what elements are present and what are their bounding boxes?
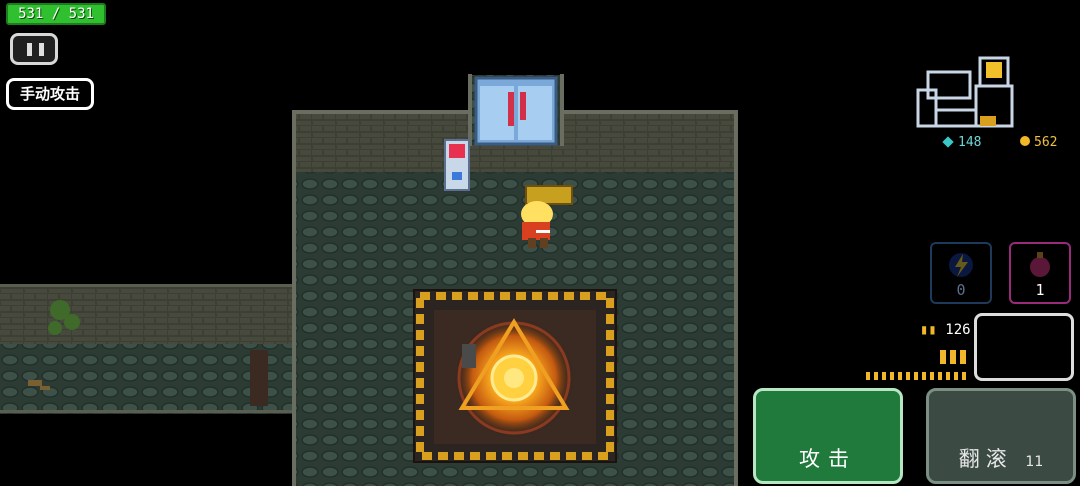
hp-text: 531 / 531 — [18, 6, 94, 22]
gem-icon — [942, 136, 954, 148]
manual-attack-label: 手动攻击 — [19, 85, 80, 103]
pause-button[interactable] — [10, 33, 58, 65]
potion-count: 1 — [1035, 281, 1045, 299]
roll-button[interactable]: 翻滚 11 — [926, 388, 1076, 484]
dungeon-scene — [0, 56, 1066, 486]
pause-icon — [27, 43, 32, 56]
skill-slot-lightning[interactable]: 0 — [930, 242, 992, 304]
coin-icon — [1020, 136, 1030, 146]
corridor-wall — [0, 284, 300, 344]
weapon-swap-button[interactable] — [974, 313, 1074, 381]
ammo-counter: ▮▮ 126 — [920, 322, 971, 338]
minimap-current-room — [986, 62, 1002, 78]
hp-bar: 531 / 531 — [6, 3, 106, 25]
health-station — [444, 139, 470, 191]
minimap-portal-room — [980, 116, 996, 126]
glass-door — [474, 76, 558, 146]
attack-label: 攻击 — [799, 447, 857, 471]
attack-button[interactable]: 攻击 — [753, 388, 903, 484]
ammo-count: 126 — [945, 322, 971, 338]
gem-counter: 148 — [942, 135, 981, 150]
roll-label: 翻滚 11 — [958, 447, 1044, 471]
coin-counter: 562 — [1020, 135, 1057, 150]
manual-attack-button[interactable]: 手动攻击 — [6, 78, 94, 110]
magic-portal — [413, 289, 617, 463]
lightning-count: 0 — [956, 281, 966, 299]
ammo-bullets — [866, 350, 966, 380]
roll-marker: 11 — [1025, 454, 1044, 470]
skill-slot-potion[interactable]: 1 — [1009, 242, 1071, 304]
corridor-door — [250, 350, 268, 406]
